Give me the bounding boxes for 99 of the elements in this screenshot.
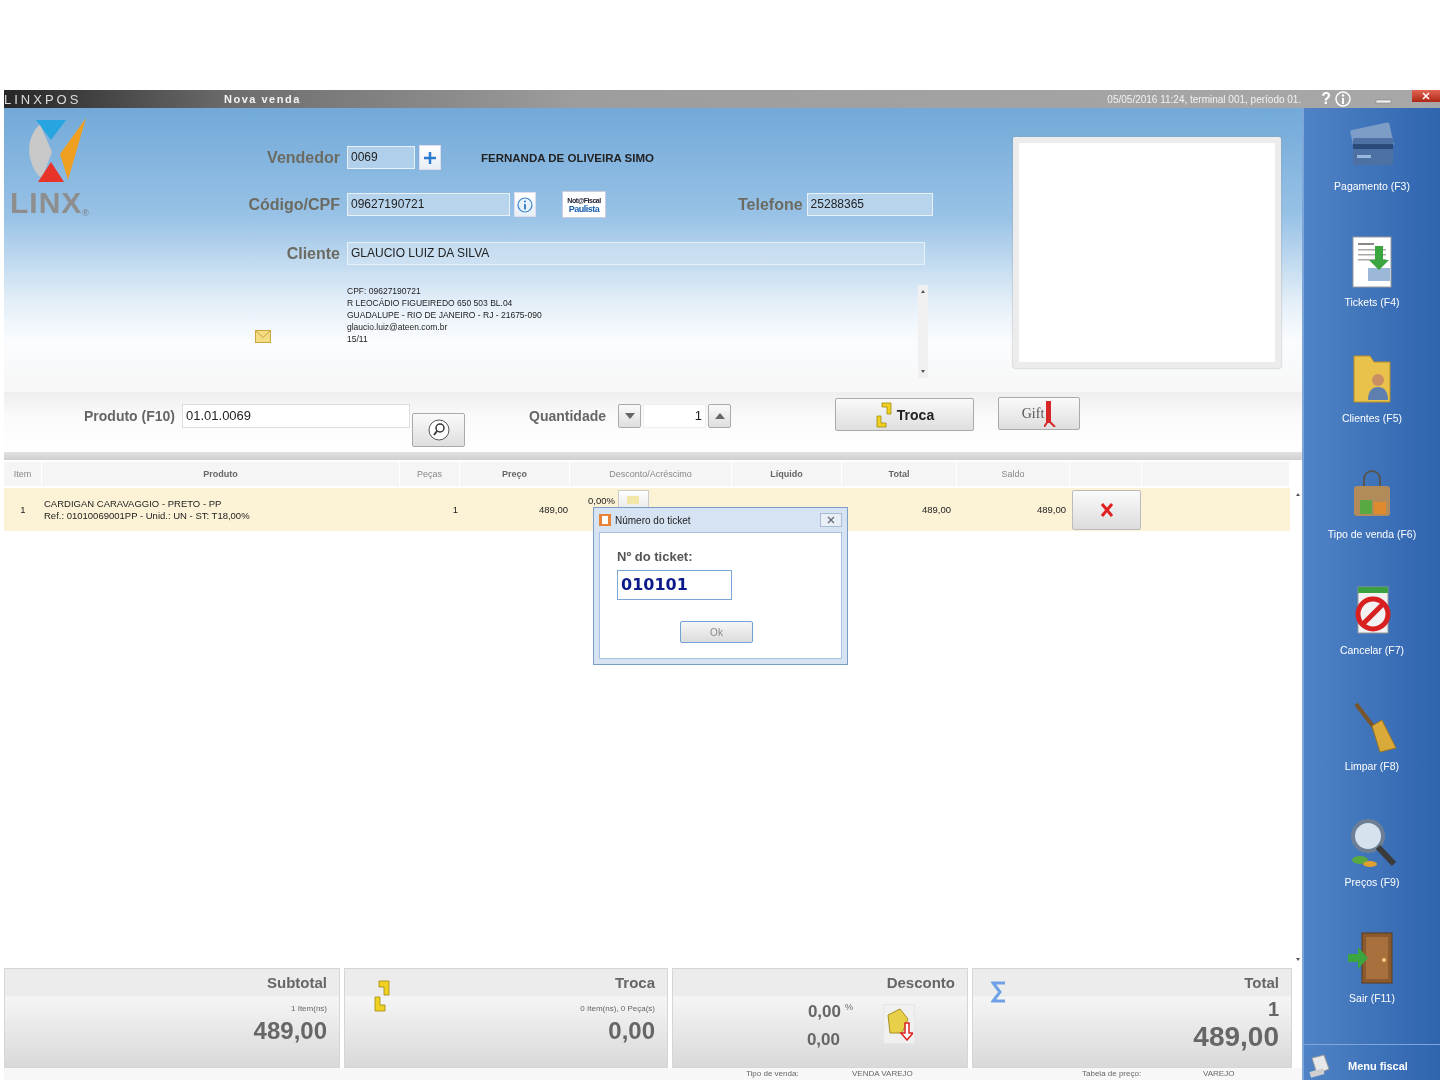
close-icon [1422, 92, 1430, 100]
input-field[interactable]: 1 [643, 404, 706, 428]
status-value: VAREJO [1203, 1069, 1235, 1078]
status-value: VENDA VAREJO [852, 1069, 913, 1078]
column-header: Saldo [957, 462, 1070, 486]
address-line: 15/11 [347, 333, 369, 345]
close-icon [827, 516, 835, 524]
discount-button[interactable] [617, 490, 649, 510]
seller-name: FERNANDA DE OLIVEIRA SIMO [481, 151, 654, 164]
field-label: Nº do ticket: [617, 549, 693, 564]
search-button[interactable] [412, 413, 465, 447]
item-count: 1 Item(ns) [291, 1004, 327, 1013]
sidebar-button[interactable]: Clientes (F5) [1304, 348, 1440, 448]
column-header: Peças [400, 462, 460, 486]
menu-fiscal-button[interactable]: Menu fiscal [1304, 1044, 1440, 1080]
ribbon-icon [1044, 400, 1057, 427]
gift-card-button[interactable]: Gift [998, 397, 1080, 430]
sidebar-button[interactable]: Pagamento (F3) [1304, 116, 1440, 216]
amount: 489,00 [253, 1017, 327, 1045]
item-count: 1 [1267, 998, 1279, 1021]
address-line: R LEOCÁDIO FIGUEIREDO 650 503 BL.04 [347, 297, 514, 309]
table-cell-text: 489,00 [920, 504, 952, 515]
note-icon [627, 496, 640, 504]
sidebar-button[interactable]: Limpar (F8) [1304, 696, 1440, 796]
info-icon [1335, 91, 1351, 107]
dialog-title: Número do ticket [615, 514, 692, 526]
table-cell-text: 1 [451, 504, 459, 515]
exchange-button[interactable]: Troca [835, 398, 974, 431]
field-label: Vendedor [267, 148, 340, 167]
printer-icon [1308, 1053, 1330, 1078]
column-header: Líquido [732, 462, 842, 486]
close-button[interactable] [820, 513, 842, 527]
discount-percent: 0,00 [807, 1002, 841, 1022]
column-header: Item [4, 462, 42, 486]
sigma-icon [991, 981, 1007, 1003]
plus-icon [424, 151, 436, 164]
search-icon [427, 419, 450, 441]
sidebar-button[interactable]: Tipo de venda (F6) [1304, 464, 1440, 564]
exchange-icon [874, 401, 893, 428]
address-line: CPF: 09627190721 [347, 285, 422, 297]
address-line: GUADALUPE - RIO DE JANEIRO - RJ - 21675-090 [347, 309, 543, 321]
session-info: 05/05/2016 11:24, terminal 001, período 01. [1107, 93, 1302, 105]
table-cell: 0,00% [588, 495, 615, 506]
exchange-icon [371, 979, 393, 1013]
card-title: Troca [614, 973, 655, 993]
logo-wordmark: LINX [10, 188, 83, 218]
window-title: Nova venda [224, 93, 301, 105]
cross-icon [1099, 501, 1114, 518]
status-label: Tabela de preço: [1082, 1069, 1142, 1078]
badge-text: Paulista [568, 204, 600, 214]
amount: 0,00 [608, 1017, 655, 1045]
card-title: Total [1244, 973, 1279, 993]
column-header: Desconto/Acréscimo [570, 462, 732, 486]
ok-button[interactable]: Ok [680, 621, 753, 643]
table-cell-text: 489,00 [537, 504, 569, 515]
close-button[interactable] [1412, 90, 1440, 102]
delete-button[interactable] [1072, 489, 1141, 530]
field-label: Cliente [286, 244, 340, 263]
input-field[interactable]: 0069 [347, 146, 415, 169]
add-button[interactable] [419, 145, 441, 170]
document-icon [599, 514, 611, 526]
input-field[interactable]: GLAUCIO LUIZ DA SILVA [347, 242, 925, 265]
table-cell-text: 489,00 [1035, 504, 1067, 515]
field-label: Telefone [738, 195, 803, 214]
app-name: LINXPOS [4, 91, 82, 107]
status-label: Tipo de venda: [746, 1069, 799, 1078]
percent-sign: % [845, 1002, 853, 1012]
field-label: Produto (F10) [84, 407, 175, 426]
card-title: Desconto [886, 973, 955, 993]
decrease-button[interactable] [618, 404, 641, 428]
input-field[interactable]: 25288365 [806, 193, 933, 216]
sidebar-button[interactable]: Tickets (F4) [1304, 232, 1440, 332]
sidebar-button[interactable]: Sair (F11) [1304, 928, 1440, 1028]
column-header: Produto [42, 462, 400, 486]
table-cell-text: 1 [19, 504, 27, 515]
sidebar-button[interactable]: Preços (F9) [1304, 812, 1440, 912]
info-button[interactable] [514, 192, 536, 217]
address-line: glaucio.luiz@ateen.com.br [347, 321, 449, 333]
input-field[interactable]: 01.01.0069 [182, 404, 410, 428]
item-count: 0 Item(ns), 0 Peça(s) [580, 1004, 655, 1013]
field-label: Quantidade [529, 407, 606, 426]
amount: 0,00 [806, 1030, 840, 1050]
field-label: Código/CPF [248, 195, 340, 214]
table-cell-text: CARDIGAN CARAVAGGIO - PRETO - PP Ref.: 01010069001PP - Unid.: UN - ST: T18,00% [43, 497, 251, 522]
input-field[interactable]: 010101 [617, 570, 732, 600]
amount: 489,00 [1193, 1021, 1279, 1053]
caret-down-icon [624, 413, 635, 419]
envelope-icon [255, 330, 271, 343]
input-field[interactable]: 09627190721 [347, 193, 510, 216]
money-arrow-icon [885, 1007, 913, 1041]
card-title: Subtotal [267, 973, 327, 993]
increase-button[interactable] [708, 404, 731, 428]
registered-mark: ® [82, 208, 89, 218]
info-icon [517, 196, 533, 213]
column-header: Total [842, 462, 957, 486]
caret-up-icon [714, 413, 725, 419]
discount-button[interactable] [883, 1004, 915, 1044]
column-header: Preço [460, 462, 570, 486]
sidebar-button[interactable]: Cancelar (F7) [1304, 580, 1440, 680]
